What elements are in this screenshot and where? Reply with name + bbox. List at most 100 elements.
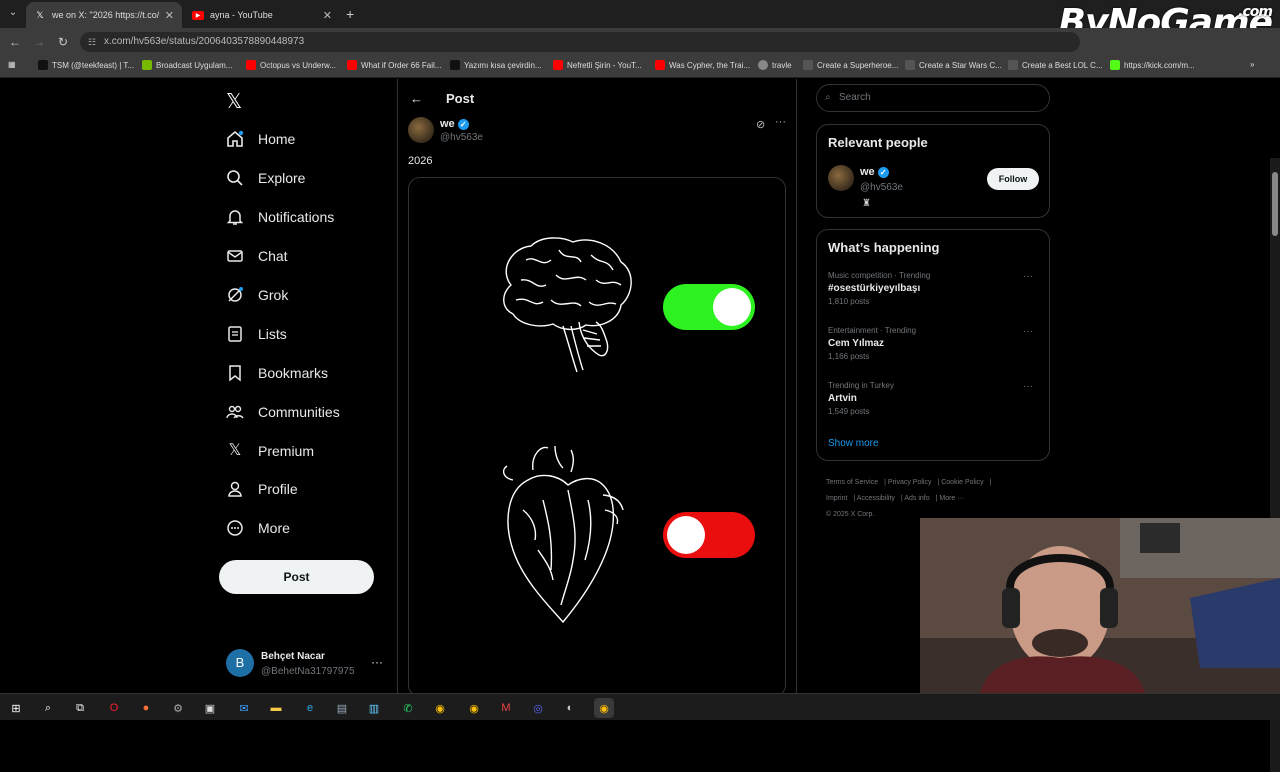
author-name[interactable]: we ✓ — [440, 118, 469, 130]
whatsapp-icon[interactable]: ✆ — [398, 698, 418, 718]
bookmark-item[interactable]: Create a Best LOL C... — [1008, 60, 1103, 70]
trend-item[interactable]: Trending in Turkey Artvin 1,549 posts ··… — [828, 381, 1043, 416]
footer-link[interactable]: Terms of Service — [826, 479, 878, 486]
more-dots-icon[interactable]: ··· — [1023, 271, 1033, 282]
bookmark-item[interactable]: Create a Star Wars C... — [905, 60, 1002, 70]
nav-grok[interactable]: Grok — [226, 281, 288, 309]
reload-icon[interactable]: ↻ — [56, 35, 70, 49]
nav-chat[interactable]: Chat — [226, 242, 288, 270]
firefox-icon[interactable]: ● — [136, 698, 156, 718]
folder-icon[interactable]: ▬ — [266, 698, 286, 718]
trend-category: Trending in Turkey — [828, 381, 894, 390]
footer-link[interactable]: Accessibility — [857, 495, 895, 502]
bookmark-item[interactable]: Yazımı kısa çevirdin... — [450, 60, 542, 70]
author-handle[interactable]: @hv563e — [440, 132, 483, 143]
discord-icon[interactable]: ◎ — [528, 698, 548, 718]
nav-communities[interactable]: Communities — [226, 398, 340, 426]
bookmarks-overflow-icon[interactable]: » — [1250, 60, 1254, 69]
post-button[interactable]: Post — [219, 560, 374, 594]
store-icon[interactable]: ▣ — [200, 698, 220, 718]
avatar[interactable] — [828, 165, 854, 191]
nav-bookmarks[interactable]: Bookmarks — [226, 359, 328, 387]
bookmark-item[interactable]: What if Order 66 Fail... — [347, 60, 441, 70]
post-image[interactable] — [408, 177, 786, 697]
task-view-icon[interactable]: ⧉ — [70, 698, 90, 718]
nav-lists[interactable]: Lists — [226, 320, 287, 348]
bookmark-item[interactable]: Was Cypher, the Trai... — [655, 60, 750, 70]
windows-start-icon[interactable]: ⊞ — [6, 698, 26, 718]
more-dots-icon[interactable]: ··· — [371, 655, 383, 669]
opera-icon[interactable]: O — [104, 698, 124, 718]
settings-gear-icon[interactable]: ⚙ — [168, 698, 188, 718]
nav-notifications[interactable]: Notifications — [226, 203, 334, 231]
forward-arrow-icon[interactable]: → — [32, 35, 46, 49]
page-icon — [905, 60, 915, 70]
author-avatar[interactable] — [408, 117, 434, 143]
edge-icon[interactable]: e — [300, 698, 320, 718]
grok-icon[interactable]: ⊘ — [756, 118, 765, 131]
chrome-icon[interactable]: ◉ — [430, 698, 450, 718]
relevant-user-handle[interactable]: @hv563e — [860, 182, 903, 193]
account-handle: @BehetNa31797975 — [261, 666, 355, 677]
toggle-knob — [667, 516, 705, 554]
nav-label: Notifications — [258, 209, 335, 225]
app-icon[interactable]: ▥ — [364, 698, 384, 718]
trend-item[interactable]: Music competition · Trending #osestürkiy… — [828, 271, 1043, 306]
trend-item[interactable]: Entertainment · Trending Cem Yılmaz 1,16… — [828, 326, 1043, 361]
search-input[interactable]: ⌕ Search — [816, 84, 1050, 112]
apps-grid-icon[interactable]: ▦ — [8, 60, 16, 69]
account-switcher[interactable]: B Behçet Nacar @BehetNa31797975 ··· — [226, 649, 386, 681]
show-more-link[interactable]: Show more — [828, 438, 879, 449]
footer-link[interactable]: Cookie Policy — [941, 479, 983, 486]
search-icon[interactable]: ⌕ — [38, 698, 58, 718]
bookmark-item[interactable]: travle — [758, 60, 792, 70]
tab-youtube[interactable]: ▶ ayna - YouTube ✕ — [184, 2, 340, 28]
footer-link[interactable]: Imprint — [826, 495, 847, 502]
back-arrow-icon[interactable]: ← — [8, 35, 22, 49]
nav-profile[interactable]: Profile — [226, 475, 298, 503]
bookmark-label: Octopus vs Underw... — [260, 60, 337, 70]
bookmark-item[interactable]: Nefretli Şirin - YouT... — [553, 60, 642, 70]
more-dots-icon[interactable]: ··· — [775, 116, 786, 128]
x-logo-icon[interactable]: 𝕏 — [226, 89, 242, 113]
chrome-icon[interactable]: ◉ — [464, 698, 484, 718]
chrome-active-icon[interactable]: ◉ — [594, 698, 614, 718]
close-tab-icon[interactable]: ✕ — [323, 9, 332, 22]
grok-icon — [226, 286, 244, 304]
more-dots-icon[interactable]: ··· — [1023, 326, 1033, 337]
bookmark-item[interactable]: https://kick.com/m... — [1110, 60, 1195, 70]
back-arrow-icon[interactable]: ← — [410, 91, 423, 106]
footer-link[interactable]: More ··· — [939, 495, 964, 502]
footer-link[interactable]: Privacy Policy — [888, 479, 932, 486]
address-bar[interactable]: ☷ x.com/hv563e/status/200640357889044897… — [80, 32, 1080, 52]
bookmark-item[interactable]: TSM (@teekfeast) | T... — [38, 60, 134, 70]
nav-home[interactable]: Home — [226, 125, 295, 153]
more-dots-icon[interactable]: ··· — [1023, 381, 1033, 392]
new-tab-button[interactable]: + — [346, 6, 354, 22]
nav-label: Communities — [258, 404, 340, 420]
kick-icon — [1110, 60, 1120, 70]
gmail-icon[interactable]: M — [496, 698, 516, 718]
tab-active[interactable]: 𝕏 we on X: "2026 https://t.co/BiVE... ✕ — [26, 2, 182, 28]
relevant-user-name[interactable]: we ✓ — [860, 166, 889, 178]
obs-icon[interactable]: ◐ — [560, 698, 580, 718]
trend-name: #osestürkiyeyılbaşı — [828, 283, 921, 294]
bookmark-item[interactable]: Octopus vs Underw... — [246, 60, 336, 70]
scrollbar-thumb[interactable] — [1272, 172, 1278, 236]
nav-label: Premium — [258, 443, 315, 459]
bell-icon — [226, 208, 244, 226]
tab-search-icon[interactable]: ⌄ — [4, 4, 22, 22]
bookmark-item[interactable]: Create a Superheroe... — [803, 60, 898, 70]
site-info-icon[interactable]: ☷ — [88, 32, 96, 52]
follow-button[interactable]: Follow — [987, 168, 1039, 190]
nav-explore[interactable]: Explore — [226, 164, 305, 192]
app-icon[interactable]: ▤ — [332, 698, 352, 718]
close-tab-icon[interactable]: ✕ — [165, 9, 174, 22]
globe-icon — [758, 60, 768, 70]
nav-more[interactable]: More — [226, 514, 290, 542]
footer-link[interactable]: Ads info — [904, 495, 929, 502]
nav-premium[interactable]: 𝕏 Premium — [226, 437, 314, 465]
bookmark-item[interactable]: Broadcast Uygulam... — [142, 60, 232, 70]
mail-icon[interactable]: ✉ — [234, 698, 254, 718]
bookmarks-bar: ▦ TSM (@teekfeast) | T... Broadcast Uygu… — [0, 56, 1280, 78]
